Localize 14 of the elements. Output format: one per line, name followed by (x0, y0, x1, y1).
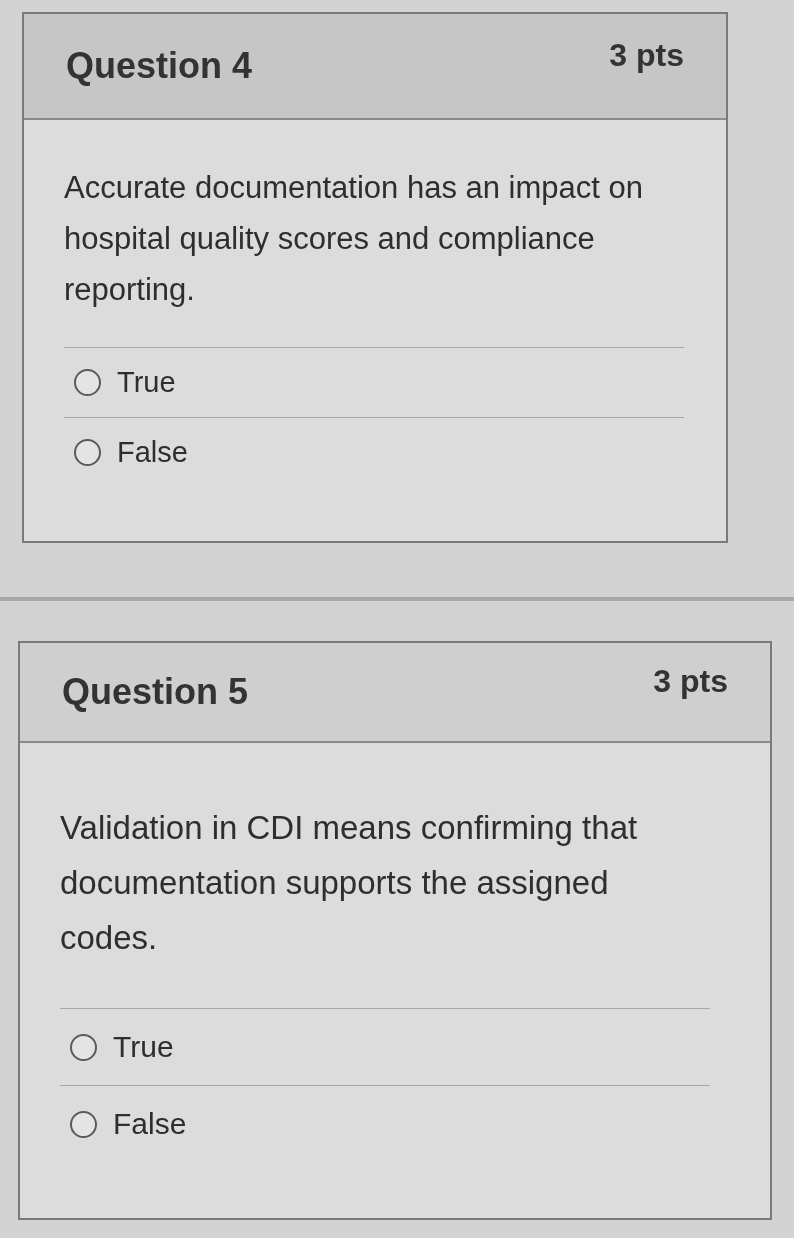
question-title: Question 4 (66, 45, 253, 87)
radio-button[interactable] (70, 1110, 97, 1138)
radio-button[interactable] (74, 369, 101, 396)
option-label[interactable]: True (117, 366, 176, 399)
question-title: Question 5 (62, 671, 249, 713)
points-label: 3 pts (653, 662, 728, 700)
radio-button[interactable] (74, 439, 101, 466)
option-label[interactable]: False (113, 1107, 187, 1141)
question-text: Accurate documentation has an impact on hospital quality scores and compliance reporting. (64, 169, 644, 309)
question-text: Validation in CDI means confirming that documentation supports the assigned codes. (60, 808, 639, 958)
option-label[interactable]: True (113, 1030, 174, 1064)
option-label[interactable]: False (117, 436, 188, 469)
radio-button[interactable] (70, 1033, 97, 1061)
points-label: 3 pts (609, 36, 684, 74)
